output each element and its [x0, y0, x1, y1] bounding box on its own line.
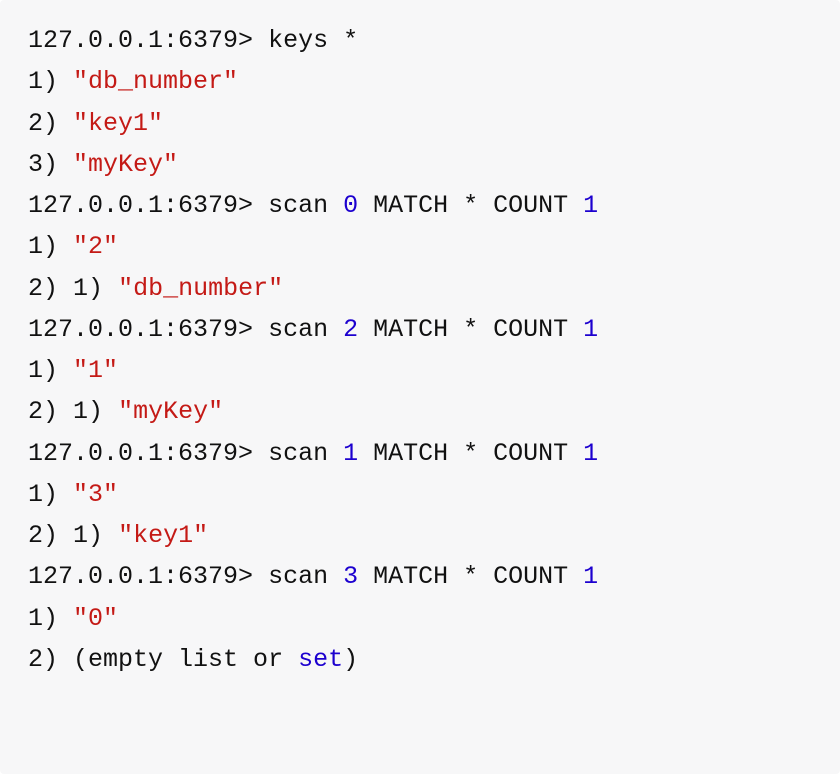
number-literal: 0 — [343, 191, 358, 220]
output-line: 2) 1) "db_number" — [28, 268, 812, 309]
keyword-set: set — [298, 645, 343, 674]
list-index: 1) — [73, 521, 103, 550]
string-value: "3" — [73, 480, 118, 509]
list-index: 1) — [73, 274, 103, 303]
command-text: scan — [268, 439, 343, 468]
command-text: scan — [268, 562, 343, 591]
list-index: 2) — [28, 397, 58, 426]
list-index: 1) — [73, 397, 103, 426]
output-line: 2) (empty list or set) — [28, 639, 812, 680]
output-line: 3) "myKey" — [28, 144, 812, 185]
output-line: 2) "key1" — [28, 103, 812, 144]
command-text: scan — [268, 315, 343, 344]
number-literal: 2 — [343, 315, 358, 344]
list-index: 2) — [28, 521, 58, 550]
output-line: 1) "2" — [28, 226, 812, 267]
list-index: 1) — [28, 67, 58, 96]
number-literal: 1 — [583, 562, 598, 591]
number-literal: 1 — [583, 315, 598, 344]
number-literal: 1 — [583, 191, 598, 220]
string-value: "0" — [73, 604, 118, 633]
prompt: 127.0.0.1:6379> — [28, 315, 253, 344]
command-text: MATCH * COUNT — [358, 562, 583, 591]
cmd-line-scan1: 127.0.0.1:6379> scan 1 MATCH * COUNT 1 — [28, 433, 812, 474]
code-block: 127.0.0.1:6379> keys *1) "db_number"2) "… — [0, 0, 840, 774]
list-index: 1) — [28, 604, 58, 633]
string-value: "db_number" — [73, 67, 238, 96]
list-index: 2) — [28, 274, 58, 303]
empty-text: ) — [343, 645, 358, 674]
list-index: 2) — [28, 645, 58, 674]
output-line: 1) "0" — [28, 598, 812, 639]
prompt: 127.0.0.1:6379> — [28, 191, 253, 220]
empty-text: (empty list or — [73, 645, 298, 674]
number-literal: 1 — [343, 439, 358, 468]
list-index: 2) — [28, 109, 58, 138]
string-value: "myKey" — [118, 397, 223, 426]
cmd-line-keys: 127.0.0.1:6379> keys * — [28, 20, 812, 61]
list-index: 1) — [28, 356, 58, 385]
output-line: 2) 1) "key1" — [28, 515, 812, 556]
command-text: scan — [268, 191, 343, 220]
list-index: 3) — [28, 150, 58, 179]
output-line: 1) "3" — [28, 474, 812, 515]
command-text: keys * — [268, 26, 358, 55]
cmd-line-scan2: 127.0.0.1:6379> scan 2 MATCH * COUNT 1 — [28, 309, 812, 350]
number-literal: 3 — [343, 562, 358, 591]
output-line: 1) "1" — [28, 350, 812, 391]
number-literal: 1 — [583, 439, 598, 468]
command-text: MATCH * COUNT — [358, 315, 583, 344]
string-value: "key1" — [118, 521, 208, 550]
string-value: "2" — [73, 232, 118, 261]
command-text: MATCH * COUNT — [358, 439, 583, 468]
list-index: 1) — [28, 480, 58, 509]
cmd-line-scan3: 127.0.0.1:6379> scan 3 MATCH * COUNT 1 — [28, 556, 812, 597]
prompt: 127.0.0.1:6379> — [28, 562, 253, 591]
output-line: 1) "db_number" — [28, 61, 812, 102]
string-value: "db_number" — [118, 274, 283, 303]
prompt: 127.0.0.1:6379> — [28, 26, 253, 55]
command-text: MATCH * COUNT — [358, 191, 583, 220]
list-index: 1) — [28, 232, 58, 261]
string-value: "key1" — [73, 109, 163, 138]
output-line: 2) 1) "myKey" — [28, 391, 812, 432]
cmd-line-scan0: 127.0.0.1:6379> scan 0 MATCH * COUNT 1 — [28, 185, 812, 226]
string-value: "myKey" — [73, 150, 178, 179]
prompt: 127.0.0.1:6379> — [28, 439, 253, 468]
string-value: "1" — [73, 356, 118, 385]
